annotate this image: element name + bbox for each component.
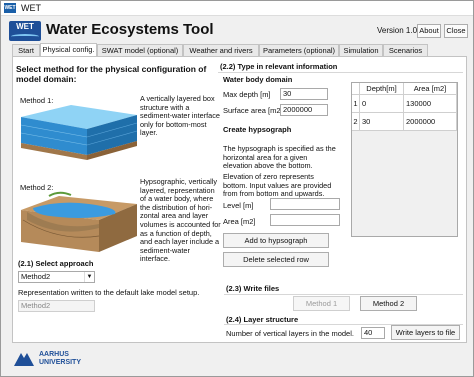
logo-wave-icon bbox=[11, 34, 39, 39]
table-cell-area[interactable]: 130000 bbox=[404, 95, 457, 113]
app-title: Water Ecosystems Tool bbox=[46, 21, 214, 38]
layers-label: Number of vertical layers in the model. bbox=[226, 329, 354, 338]
max-depth-input[interactable]: 30 bbox=[280, 88, 328, 100]
hypsograph-heading: Create hypsograph bbox=[223, 125, 292, 134]
method-heading: Select method for the physical configura… bbox=[16, 64, 207, 84]
about-button[interactable]: About bbox=[417, 24, 441, 38]
row-header[interactable]: 1 bbox=[352, 95, 360, 113]
tab-start[interactable]: Start bbox=[12, 44, 40, 56]
approach-select[interactable]: Method2 ▼ bbox=[18, 271, 95, 283]
write-files-heading: (2.3) Write files bbox=[226, 284, 280, 293]
area-label: Area [m2] bbox=[223, 217, 256, 226]
table-cell-depth[interactable]: 30 bbox=[360, 113, 404, 131]
university-seal-icon bbox=[14, 353, 34, 366]
title-bar: WET WET bbox=[1, 1, 473, 16]
logo-text: WET bbox=[16, 22, 34, 31]
physical-config-panel: Select method for the physical configura… bbox=[12, 56, 467, 343]
box-model-illustration bbox=[20, 105, 138, 160]
water-body-heading: Water body domain bbox=[223, 75, 293, 84]
app-window: WET WET WET Water Ecosystems Tool Versio… bbox=[0, 0, 474, 377]
method1-description: A vertically layered box structure with … bbox=[140, 94, 220, 138]
layer-structure-heading: (2.4) Layer structure bbox=[226, 315, 299, 324]
hypsograph-text: The hypsograph is specified as the horiz… bbox=[223, 144, 336, 171]
method2-description: Hypsographic, vertically layered, repres… bbox=[140, 177, 221, 264]
app-icon: WET bbox=[4, 3, 16, 13]
select-approach-heading: (2.1) Select approach bbox=[18, 259, 94, 268]
delete-selected-row-button[interactable]: Delete selected row bbox=[223, 252, 329, 267]
representation-field: Method2 bbox=[18, 300, 95, 312]
method2-write-button[interactable]: Method 2 bbox=[360, 296, 417, 311]
tab-physical-config[interactable]: Physical config. bbox=[40, 43, 97, 56]
divider bbox=[224, 294, 463, 295]
table-corner bbox=[352, 83, 360, 95]
tab-simulation[interactable]: Simulation bbox=[339, 44, 383, 56]
table-cell-area[interactable]: 2000000 bbox=[404, 113, 457, 131]
tab-swat-model[interactable]: SWAT model (optional) bbox=[97, 44, 183, 56]
add-to-hypsograph-button[interactable]: Add to hypsograph bbox=[223, 233, 329, 248]
hypsograph-table[interactable]: Depth[m] Area [m2] 1 0 130000 2 30 20000… bbox=[351, 82, 458, 237]
info-heading: (2.2) Type in relevant information bbox=[220, 62, 338, 71]
tab-weather-rivers[interactable]: Weather and rivers bbox=[183, 44, 259, 56]
method1-write-button[interactable]: Method 1 bbox=[293, 296, 350, 311]
tab-parameters[interactable]: Parameters (optional) bbox=[259, 44, 339, 56]
max-depth-label: Max depth [m] bbox=[223, 90, 271, 99]
close-button[interactable]: Close bbox=[444, 24, 468, 38]
tab-scenarios[interactable]: Scenarios bbox=[383, 44, 428, 56]
surface-area-input[interactable]: 2000000 bbox=[280, 104, 328, 116]
version-label: Version 1.0 bbox=[377, 26, 418, 35]
level-label: Level [m] bbox=[223, 201, 254, 210]
window-title: WET bbox=[21, 3, 41, 13]
representation-text: Representation written to the default la… bbox=[18, 288, 200, 297]
column-header-depth[interactable]: Depth[m] bbox=[360, 83, 404, 95]
wet-logo: WET bbox=[9, 21, 41, 41]
table-cell-depth[interactable]: 0 bbox=[360, 95, 404, 113]
write-layers-button[interactable]: Write layers to file bbox=[391, 325, 460, 340]
app-header: WET Water Ecosystems Tool Version 1.0 Ab… bbox=[1, 17, 473, 43]
hypsographic-illustration bbox=[21, 191, 137, 252]
column-header-area[interactable]: Area [m2] bbox=[404, 83, 457, 95]
level-input[interactable] bbox=[270, 198, 340, 210]
area-input[interactable] bbox=[270, 214, 340, 226]
university-line1: AARHUS bbox=[39, 351, 69, 358]
row-header[interactable]: 2 bbox=[352, 113, 360, 131]
divider bbox=[218, 72, 463, 73]
layers-input[interactable]: 40 bbox=[361, 327, 385, 339]
approach-select-value: Method2 bbox=[21, 272, 51, 281]
zero-elevation-text: Elevation of zero represents bottom. Inp… bbox=[223, 172, 332, 199]
chevron-down-icon: ▼ bbox=[84, 272, 94, 282]
university-line2: UNIVERSITY bbox=[39, 359, 82, 366]
surface-area-label: Surface area [m2] bbox=[223, 106, 283, 115]
